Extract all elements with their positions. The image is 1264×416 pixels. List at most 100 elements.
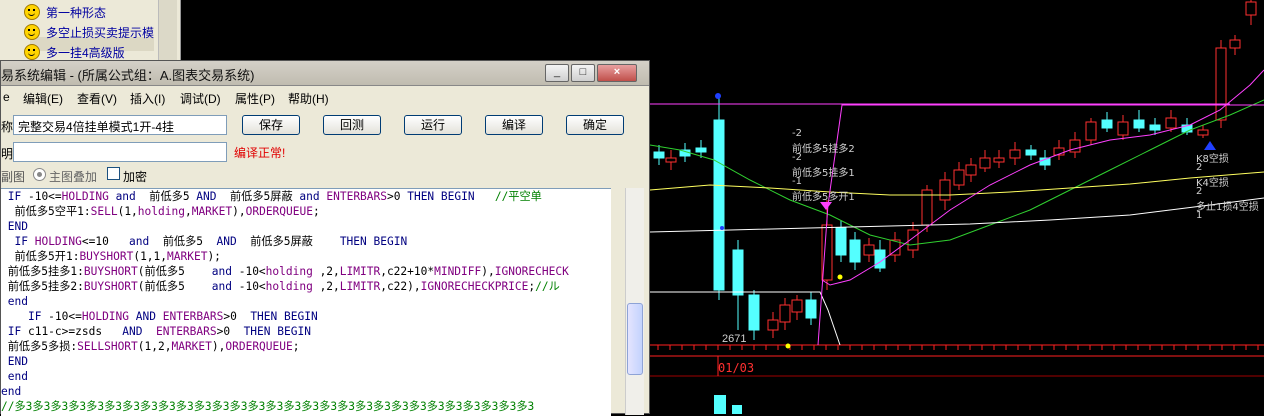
candle-body [714,395,726,414]
save-button[interactable]: 保存 [242,115,300,135]
title-bar[interactable]: 易系统编辑 - (所属公式组：A.图表交易系统) _ □ × [1,61,649,86]
tree-scrollbar[interactable] [158,0,177,62]
candle-body [665,157,677,163]
signal-marker [720,226,724,230]
minimize-button[interactable]: _ [545,64,569,82]
smiley-icon [24,4,40,20]
menu-properties[interactable]: 属性(P) [235,90,275,107]
candle-body [835,227,847,256]
code-scrollbar[interactable] [625,188,644,415]
low-price-label: 2671 [722,333,747,345]
signal-marker [1204,141,1216,150]
subchart-option-label: 副图 [1,170,26,184]
chart-annotation: 前低多5多开1 [792,192,855,203]
tree-item-3[interactable]: 多一挂4高级版 [24,43,125,61]
menu-insert[interactable]: 插入(I) [130,90,165,107]
price-chart[interactable]: -2 前低多5挂多2 -2 前低多5挂多1 -1 前低多5多开1 K8空损 2 … [650,0,1264,414]
candle-body [1197,129,1209,136]
compile-status: 编译正常! [234,146,286,160]
compile-button[interactable]: 编译 [485,115,543,135]
code-line[interactable]: IF -10<=HOLDING AND ENTERBARS>0 THEN BEG… [1,309,318,324]
menu-view[interactable]: 查看(V) [77,90,117,107]
candle-body [1245,1,1257,16]
signal-marker [820,202,832,210]
candle-body [1009,149,1021,159]
menu-help[interactable]: 帮助(H) [288,90,329,107]
candle-body [1149,124,1161,131]
run-button[interactable]: 运行 [404,115,462,135]
candle-body [1165,117,1177,129]
signal-marker [837,274,843,280]
candle-body [732,249,744,296]
code-line[interactable]: IF HOLDING<=10 and 前低多5 AND 前低多5屏蔽 THEN … [1,234,407,249]
chart-annotation: -2 [792,152,802,163]
close-button[interactable]: × [597,64,637,82]
encrypt-checkbox[interactable] [107,167,120,180]
tree-item-label: 多空止损买卖提示模 [46,25,155,40]
channel-line [817,104,1264,346]
backtest-button[interactable]: 回测 [323,115,381,135]
candle-body [1025,149,1037,156]
formula-editor-window: 易系统编辑 - (所属公式组：A.图表交易系统) _ □ × e 编辑(E) 查… [0,60,650,416]
formula-tree-panel: 第一种形态 多空止损买卖提示模 多一挂4高级版 [0,0,181,62]
code-line[interactable]: end [1,384,21,399]
candle-body [1117,121,1129,136]
tree-item-label: 多一挂4高级版 [46,45,125,60]
candle-body [1229,39,1241,49]
code-line[interactable]: //多3多3多3多3多3多3多3多3多3多3多3多3多3多3多3多3多3多3多3… [1,399,534,414]
code-line[interactable]: 前低多5开1:BUYSHORT(1,1,MARKET); [1,249,220,264]
candle-body [979,157,991,169]
menu-edit-marker: e [3,90,10,104]
tree-item-2[interactable]: 多空止损买卖提示模 [24,23,154,41]
candle-body [653,151,665,159]
chart-right-annotation: 1 [1196,210,1203,221]
chart-right-annotation: 2 [1196,162,1203,173]
candle-body [732,405,742,414]
candle-body [748,294,760,331]
chart-canvas [650,0,1264,414]
menu-edit[interactable]: 编辑(E) [23,90,63,107]
menu-debug[interactable]: 调试(D) [180,90,221,107]
candle-body [791,299,803,313]
candle-body [993,157,1005,163]
smiley-icon [24,44,40,60]
code-line[interactable]: end [1,294,28,309]
code-editor[interactable]: IF -10<=HOLDING and 前低多5 AND 前低多5屏蔽 and … [1,188,611,416]
candle-body [767,319,779,331]
menu-bar: e 编辑(E) 查看(V) 插入(I) 调试(D) 属性(P) 帮助(H) [1,87,649,107]
tree-item-1[interactable]: 第一种形态 [24,3,106,21]
candle-body [939,179,951,201]
code-line[interactable]: 前低多5挂多1:BUYSHORT(前低多5 and -10<holding ,2… [1,264,569,279]
candle-body [849,239,861,263]
ma-line-white [650,197,1264,233]
formula-name-field[interactable]: 完整交易4倍挂单模式1开-4挂 [13,115,227,135]
main-overlay-label: 主图叠加 [49,170,98,184]
candle-body [1085,121,1097,141]
code-line[interactable]: IF -10<=HOLDING and 前低多5 AND 前低多5屏蔽 and … [1,189,542,204]
chart-annotation: -1 [792,176,802,187]
candle-body [953,169,965,186]
date-label: 01/03 [718,361,755,375]
maximize-button[interactable]: □ [571,64,595,82]
candle-body [1069,139,1081,153]
code-line[interactable]: end [1,369,28,384]
description-field[interactable] [13,142,227,162]
code-line[interactable]: 前低多5空平1:SELL(1,holding,MARKET),ORDERQUEU… [1,204,319,219]
window-title: 易系统编辑 - (所属公式组：A.图表交易系统) [1,68,255,83]
ok-button[interactable]: 确定 [566,115,624,135]
candle-body [863,244,875,256]
chart-right-annotation: 2 [1196,186,1203,197]
code-line[interactable]: END [1,354,28,369]
candle-body [965,164,977,176]
code-line[interactable]: 前低多5多损:SELLSHORT(1,2,MARKET),ORDERQUEUE; [1,339,300,354]
candle-body [779,304,791,323]
code-line[interactable]: 前低多5挂多2:BUYSHORT(前低多5 and -10<holding ,2… [1,279,560,294]
chart-right-annotation: 多止1损4空损 [1196,202,1259,213]
main-overlay-radio[interactable] [33,168,46,181]
chart-annotation: -2 [792,128,802,139]
code-line[interactable]: END [1,219,28,234]
scrollbar-thumb[interactable] [627,303,643,375]
candle-body [805,299,817,319]
candle-body [1101,119,1113,129]
code-line[interactable]: IF c11-c>=zsds AND ENTERBARS>0 THEN BEGI… [1,324,311,339]
